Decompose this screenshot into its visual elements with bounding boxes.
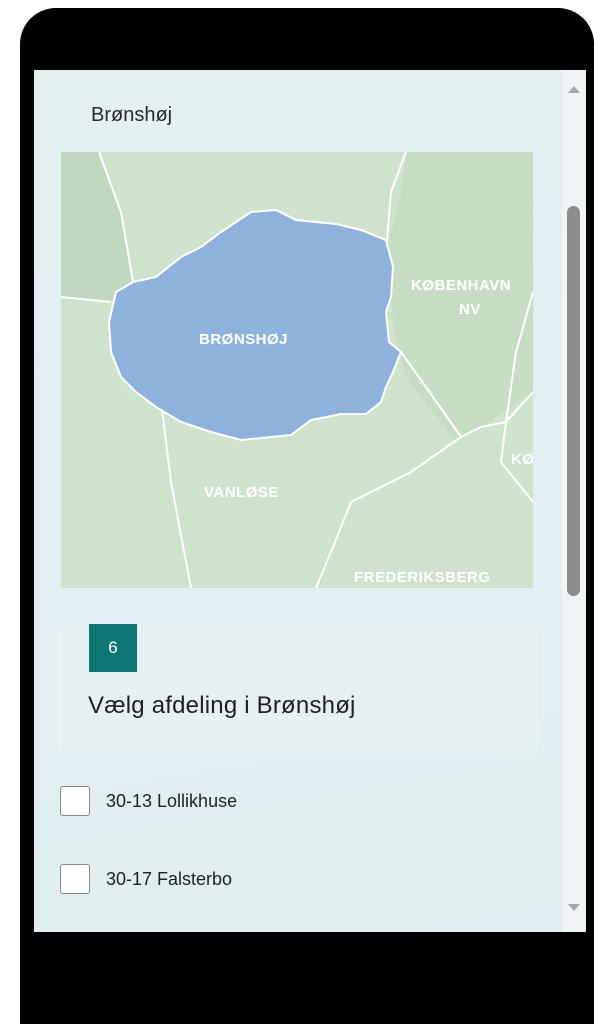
option-lollikhuse[interactable]: 30-13 Lollikhuse xyxy=(60,786,237,816)
question-text: Vælg afdeling i Brønshøj xyxy=(88,692,356,719)
map-label-kobenhavn-nv-2: NV xyxy=(459,301,481,318)
chevron-up-icon[interactable] xyxy=(568,86,580,93)
map-label-kobenhavn-nv-1: KØBENHAVN xyxy=(411,277,511,294)
option-label: 30-13 Lollikhuse xyxy=(106,790,238,811)
chevron-down-icon[interactable] xyxy=(568,904,580,911)
option-label: 30-17 Falsterbo xyxy=(106,868,233,889)
checkbox[interactable] xyxy=(60,864,90,894)
checkbox[interactable] xyxy=(60,786,90,816)
question-number-badge: 6 xyxy=(89,624,137,672)
form-screen: Brønshøj BRØNSHØJ KØBENHAVN NV VANLØSE F… xyxy=(34,70,586,932)
option-falsterbo[interactable]: 30-17 Falsterbo xyxy=(60,864,232,894)
map-label-partial: KØ xyxy=(511,451,533,468)
form-content: Brønshøj BRØNSHØJ KØBENHAVN NV VANLØSE F… xyxy=(34,70,560,932)
district-map: BRØNSHØJ KØBENHAVN NV VANLØSE FREDERIKSB… xyxy=(61,152,533,588)
map-label-vanlose: VANLØSE xyxy=(204,484,279,501)
map-label-frederiksberg: FREDERIKSBERG xyxy=(354,569,491,586)
section-title: Brønshøj xyxy=(91,104,173,126)
scrollbar-thumb[interactable] xyxy=(567,206,580,596)
map-label-bronshoj: BRØNSHØJ xyxy=(199,331,288,348)
